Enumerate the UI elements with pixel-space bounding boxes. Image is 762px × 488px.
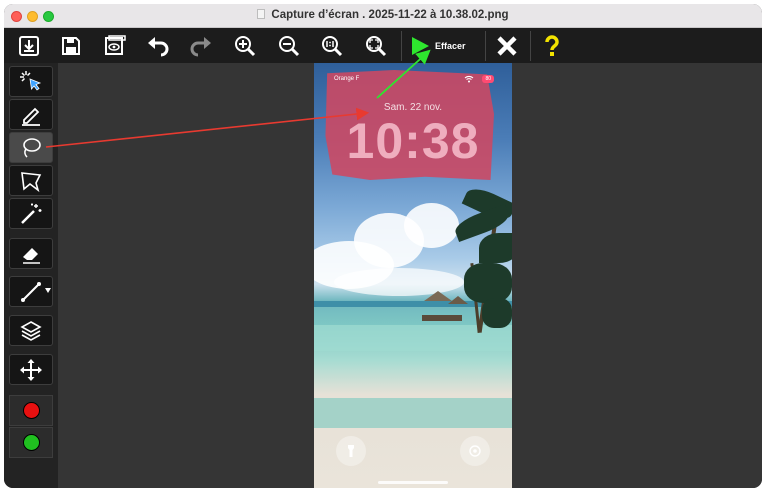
line-tool[interactable] xyxy=(9,276,53,307)
import-button[interactable] xyxy=(14,31,44,61)
flashlight-button xyxy=(336,436,366,466)
undo-arrow-icon xyxy=(148,37,169,57)
carrier-label: Orange F xyxy=(334,76,360,82)
polygon-lasso-icon xyxy=(21,171,42,192)
window-title: Capture d’écran . 2025-11-22 à 10.38.02.… xyxy=(271,9,509,21)
magic-wand-tool[interactable] xyxy=(9,198,53,229)
move-arrows-icon xyxy=(20,358,42,381)
eraser-icon xyxy=(23,247,40,264)
wave xyxy=(314,398,512,428)
preview-button[interactable] xyxy=(100,31,130,61)
home-indicator xyxy=(378,481,448,484)
dropdown-triangle-icon[interactable] xyxy=(45,288,51,293)
foreground-color-button[interactable] xyxy=(9,395,53,426)
flashlight-icon xyxy=(348,445,354,457)
screenshot-image[interactable]: Orange F 80 Sam. 22 nov. 10:38 xyxy=(314,63,512,488)
palm-leaves xyxy=(482,298,512,328)
zoom-1to1-icon xyxy=(322,36,343,57)
brush-tool[interactable] xyxy=(9,99,53,130)
palm-leaves xyxy=(464,263,512,303)
image-canvas[interactable]: Orange F 80 Sam. 22 nov. 10:38 xyxy=(58,63,762,488)
play-icon xyxy=(412,37,429,55)
toolbar-separator xyxy=(401,31,402,61)
app-window: Capture d’écran . 2025-11-22 à 10.38.02.… xyxy=(4,4,762,488)
red-color-swatch xyxy=(22,402,40,419)
palm-leaves xyxy=(479,233,512,263)
background-color-button[interactable] xyxy=(9,427,53,458)
zoom-in-icon xyxy=(235,36,256,57)
camera-button xyxy=(460,436,490,466)
phone-status-bar: Orange F 80 xyxy=(314,75,512,87)
zoom-out-icon xyxy=(279,36,300,57)
undo-button[interactable] xyxy=(143,31,173,61)
effacer-button[interactable]: Effacer xyxy=(409,31,485,61)
battery-badge: 80 xyxy=(482,75,494,83)
eye-window-icon xyxy=(105,35,126,55)
magic-wand-icon xyxy=(21,203,42,224)
cancel-button[interactable] xyxy=(492,31,522,61)
effacer-label: Effacer xyxy=(435,41,466,51)
help-question-icon xyxy=(545,35,559,56)
redo-arrow-icon xyxy=(190,37,211,57)
toolbar-separator xyxy=(530,31,531,61)
lasso-icon xyxy=(23,137,41,158)
close-icon xyxy=(497,36,517,56)
zoom-actual-button[interactable] xyxy=(317,31,347,61)
shallow-water xyxy=(314,325,512,351)
beach-umbrella xyxy=(448,296,468,304)
beach-loungers xyxy=(422,315,462,321)
cloud xyxy=(404,203,459,248)
lasso-tool[interactable] xyxy=(9,132,53,163)
pointer-sparkle-icon xyxy=(20,70,42,91)
toolbar: Effacer xyxy=(4,28,762,63)
eraser-tool[interactable] xyxy=(9,238,53,269)
download-tray-icon xyxy=(19,36,39,56)
title-bar: Capture d’écran . 2025-11-22 à 10.38.02.… xyxy=(4,4,762,28)
floppy-disk-icon xyxy=(62,37,80,55)
wifi-icon xyxy=(464,75,474,83)
cloud xyxy=(334,268,464,296)
help-button[interactable] xyxy=(537,31,567,61)
zoom-fit-button[interactable] xyxy=(361,31,391,61)
zoom-in-button[interactable] xyxy=(230,31,260,61)
lockscreen-time: 10:38 xyxy=(346,113,480,169)
camera-icon xyxy=(469,445,481,457)
document-icon xyxy=(257,9,266,19)
layers-icon xyxy=(20,320,42,341)
pencil-icon xyxy=(22,107,40,126)
green-color-swatch xyxy=(22,434,40,451)
save-button[interactable] xyxy=(56,31,86,61)
move-tool[interactable] xyxy=(9,354,53,385)
layers-tool[interactable] xyxy=(9,315,53,346)
toolbar-separator xyxy=(485,31,486,61)
selection-tool[interactable] xyxy=(9,66,53,97)
window-title-wrap: Capture d’écran . 2025-11-22 à 10.38.02.… xyxy=(4,9,762,21)
line-icon xyxy=(21,281,41,302)
tool-panel xyxy=(4,63,58,488)
zoom-fit-icon xyxy=(366,36,387,57)
zoom-out-button[interactable] xyxy=(274,31,304,61)
redo-button[interactable] xyxy=(186,31,216,61)
polygon-lasso-tool[interactable] xyxy=(9,165,53,196)
